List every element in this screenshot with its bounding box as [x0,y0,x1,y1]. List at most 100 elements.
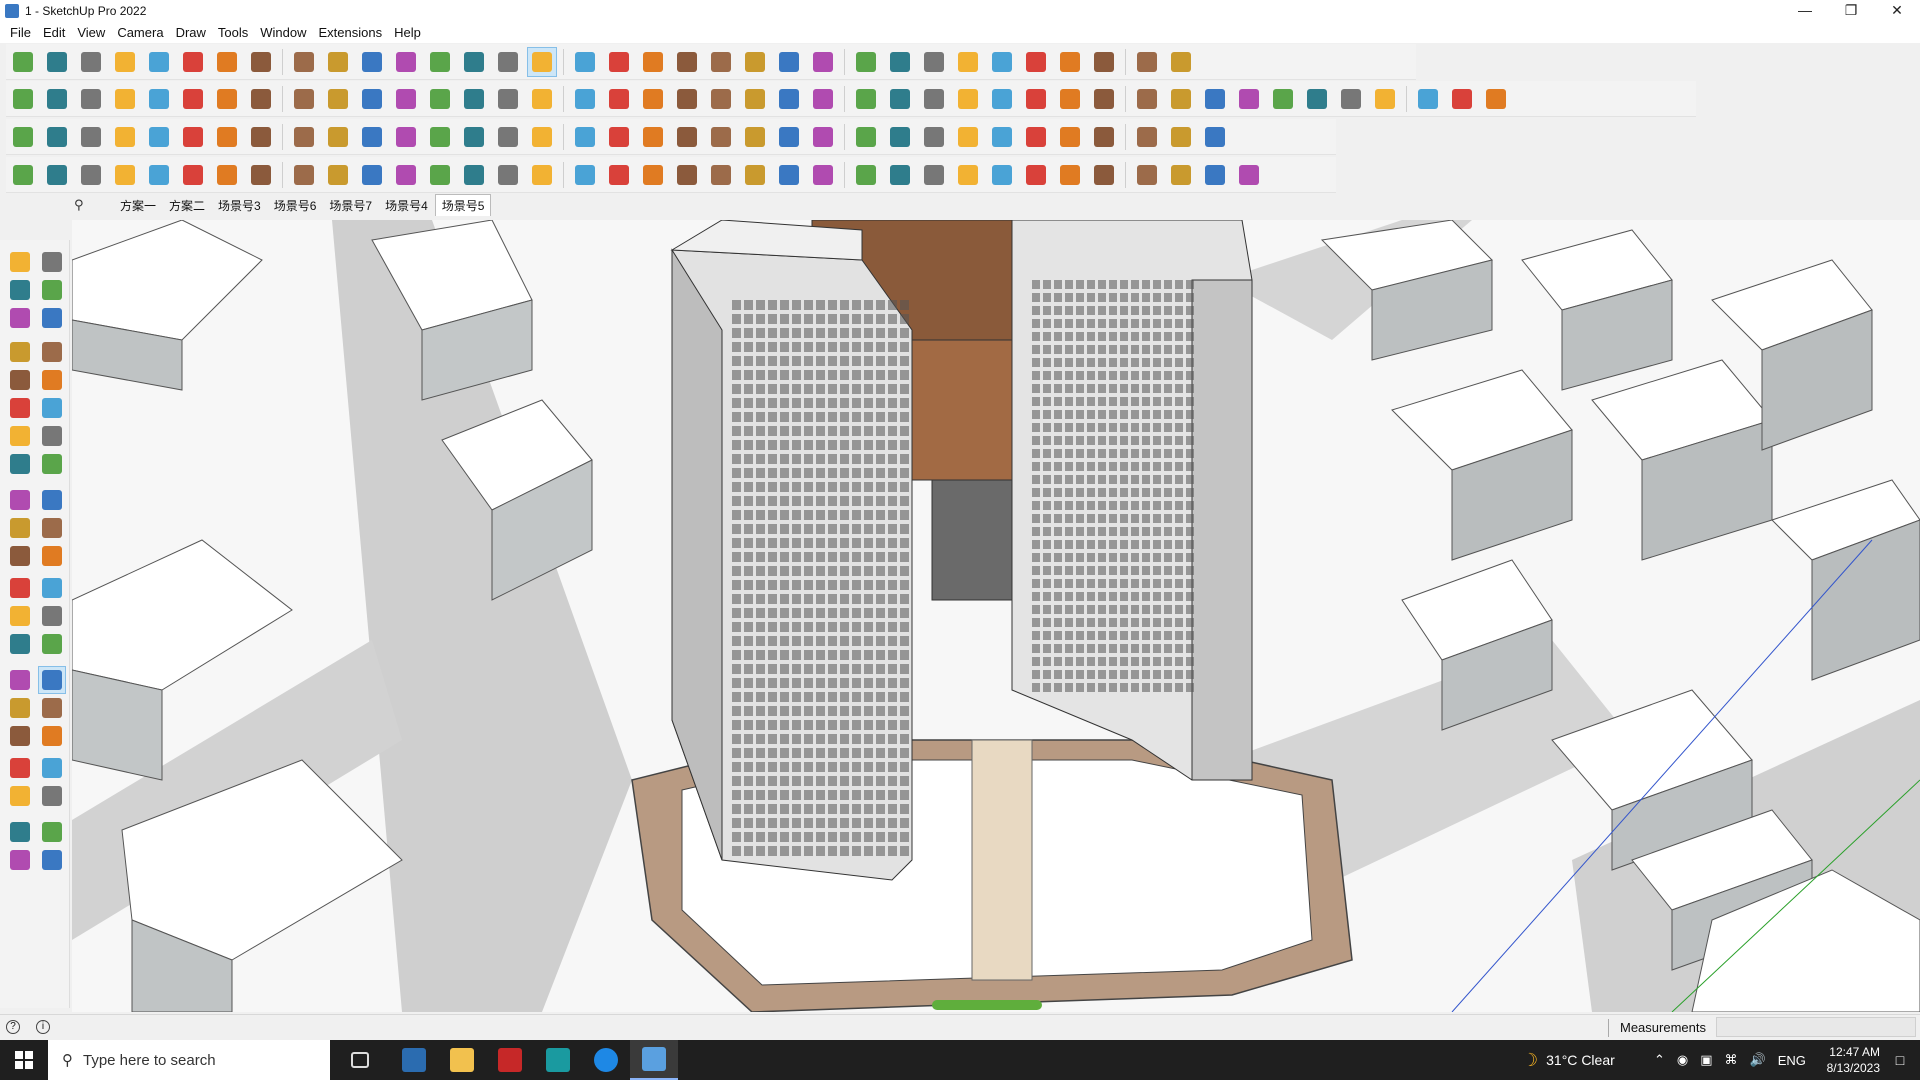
fillet-icon[interactable] [323,160,353,190]
position-camera-icon[interactable] [6,754,34,782]
menu-file[interactable]: File [4,25,37,40]
railing-icon[interactable] [1021,160,1051,190]
eraser-icon[interactable] [38,276,66,304]
bucket-icon[interactable] [808,122,838,152]
pan-icon[interactable] [38,666,66,694]
dimension-icon[interactable] [1021,47,1051,77]
cube-red-icon[interactable] [987,122,1017,152]
texture-icon[interactable] [1302,84,1332,114]
axes-icon[interactable] [885,47,915,77]
camera-icon[interactable]: ▣ [1700,1052,1712,1068]
spring-icon[interactable] [527,160,557,190]
seat-icon[interactable] [604,160,634,190]
twist-icon[interactable] [1132,160,1162,190]
bend-icon[interactable] [212,122,242,152]
plane-red-icon[interactable] [144,122,174,152]
rotate-icon[interactable] [323,47,353,77]
styles-icon[interactable] [38,846,66,874]
scene-tab[interactable]: 方案一 [114,195,162,216]
wifi-icon[interactable]: ⌘ [1725,1052,1738,1068]
text-icon[interactable] [38,602,66,630]
dimension-icon[interactable] [38,574,66,602]
walk-icon[interactable] [6,782,34,810]
measurements-input[interactable] [1716,1017,1916,1037]
slope-cut-icon[interactable] [706,160,736,190]
line-pink-icon[interactable] [425,84,455,114]
volume-icon[interactable]: 🔊 [1750,1052,1766,1068]
sketchup-taskbar-icon[interactable] [630,1040,678,1080]
shell-icon[interactable] [570,160,600,190]
arc-icon[interactable] [6,422,34,450]
cube-icon[interactable] [1234,160,1264,190]
line-purple-icon[interactable] [391,84,421,114]
parallelogram-icon[interactable] [987,84,1017,114]
model-viewport[interactable] [72,220,1920,1012]
lamp-icon[interactable] [604,122,634,152]
freehand-icon[interactable] [1089,84,1119,114]
move-down-icon[interactable] [987,47,1017,77]
sandbox-icon[interactable] [919,47,949,77]
paint-bucket-icon[interactable] [459,47,489,77]
scale-box-icon[interactable] [8,160,38,190]
scale-icon[interactable] [357,47,387,77]
loop-arrow-icon[interactable] [740,122,770,152]
lattice-icon[interactable] [1021,122,1051,152]
solid-icon[interactable] [1336,84,1366,114]
dots-icon[interactable] [1132,122,1162,152]
scene-tab[interactable]: 场景号7 [323,195,378,216]
draw-icon[interactable] [808,84,838,114]
zoom-window-icon[interactable] [38,694,66,722]
look-around-icon[interactable] [38,754,66,782]
steps-icon[interactable] [885,160,915,190]
move-icon[interactable] [6,486,34,514]
plane-blue-icon[interactable] [8,122,38,152]
menu-window[interactable]: Window [254,25,312,40]
scale-icon[interactable] [6,542,34,570]
push-pull-icon[interactable] [212,47,242,77]
cross-icon[interactable] [459,122,489,152]
roof-icon[interactable] [604,84,634,114]
layers-icon[interactable] [672,47,702,77]
weather-widget[interactable]: ☽ 31°C Clear [1522,1040,1615,1080]
stairs-grey-icon[interactable] [851,160,881,190]
close-icon[interactable]: ✕ [1874,0,1920,22]
push-icon[interactable] [144,84,174,114]
pencil-icon[interactable] [110,47,140,77]
protractor-icon[interactable] [6,602,34,630]
follow-me-icon[interactable] [38,514,66,542]
geo-location-icon[interactable]: ? [6,1020,20,1034]
measure-icon[interactable] [1166,84,1196,114]
bowl-icon[interactable] [178,160,208,190]
eraser-icon[interactable] [76,47,106,77]
union-icon[interactable] [1413,84,1443,114]
iso-view-icon[interactable] [8,84,38,114]
orbit-tool-icon[interactable] [6,666,34,694]
menu-tools[interactable]: Tools [212,25,254,40]
line-red-icon[interactable] [357,160,387,190]
rotated-rect-icon[interactable] [38,366,66,394]
extrude-magenta-icon[interactable] [289,84,319,114]
stair-icon[interactable] [706,84,736,114]
menu-camera[interactable]: Camera [111,25,169,40]
tape-icon[interactable] [38,304,66,332]
scene-tab[interactable]: 场景号4 [379,195,434,216]
grid-icon[interactable] [1200,122,1230,152]
plugin-icon[interactable] [1166,47,1196,77]
menu-extensions[interactable]: Extensions [313,25,389,40]
hook-icon[interactable] [851,122,881,152]
cone-array-icon[interactable] [1055,160,1085,190]
curve-icon[interactable] [323,84,353,114]
orbit-icon[interactable] [493,47,523,77]
task-view-icon[interactable] [336,1040,384,1080]
tool-pink-icon[interactable] [1234,84,1264,114]
scene-tab[interactable]: 场景号3 [212,195,267,216]
arc-fillet-icon[interactable] [391,160,421,190]
scene-search-icon[interactable]: ⚲ [74,197,90,213]
mesh-icon[interactable] [987,160,1017,190]
move-up-icon[interactable] [953,47,983,77]
spiral-icon[interactable] [1089,160,1119,190]
extrude-green-icon[interactable] [212,84,242,114]
section-display-icon[interactable] [6,818,34,846]
layers-icon[interactable] [38,818,66,846]
text-icon[interactable] [425,47,455,77]
